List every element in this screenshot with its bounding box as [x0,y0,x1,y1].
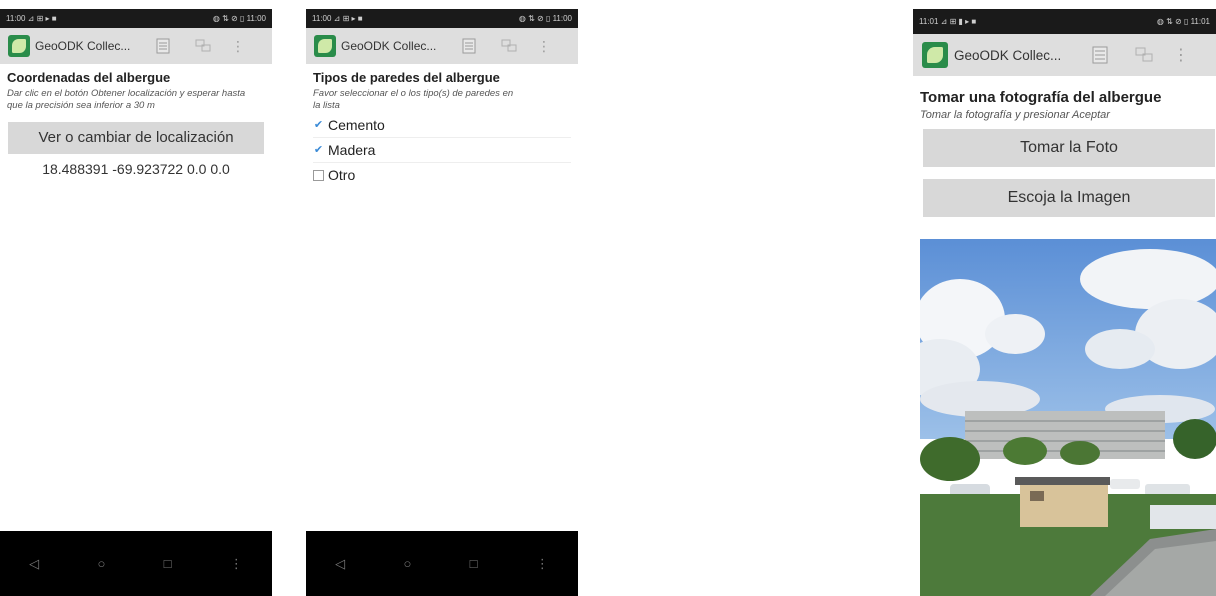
status-left: 11:01 ⊿ ⊞ ▮ ▸ ■ [919,17,977,26]
overflow-menu-icon[interactable]: ⋮ [529,32,559,60]
status-left: 11:00 ⊿ ⊞ ▸ ■ [6,14,57,23]
navigation-bar: ◁ ○ □ ⋮ [306,531,578,596]
status-right: ◍ ⇅ ⊘ ▯ 11:00 [212,14,266,23]
app-bar: GeoODK Collec... ⋮ [913,34,1216,76]
captured-photo [920,239,1216,596]
app-title: GeoODK Collec... [954,47,1062,63]
location-button[interactable]: Ver o cambiar de localización [8,122,264,154]
status-bar: 11:01 ⊿ ⊞ ▮ ▸ ■ ◍ ⇅ ⊘ ▯ 11:01 [913,9,1216,34]
more-icon[interactable]: ⋮ [230,556,243,572]
app-bar: GeoODK Collec... ⋮ [306,28,578,64]
checkbox-checked-icon[interactable]: ✔ [313,144,324,156]
home-icon[interactable]: ○ [403,556,411,571]
question-hint: Tomar la fotografía y presionar Aceptar [920,109,1110,121]
recent-apps-icon[interactable]: □ [470,556,478,571]
app-title: GeoODK Collec... [35,39,131,53]
phone-screen-photo: 11:01 ⊿ ⊞ ▮ ▸ ■ ◍ ⇅ ⊘ ▯ 11:01 GeoODK Col… [913,9,1216,596]
question-area: Tipos de paredes del albergue Favor sele… [306,70,578,187]
more-icon[interactable]: ⋮ [536,556,549,572]
app-bar: GeoODK Collec... ⋮ [0,28,272,64]
choice-label: Cemento [328,117,385,133]
app-title: GeoODK Collec... [341,39,437,53]
save-icon[interactable] [1078,40,1122,70]
status-bar: 11:00 ⊿ ⊞ ▸ ■ ◍ ⇅ ⊘ ▯ 11:00 [0,9,272,28]
question-title: Coordenadas del albergue [7,70,171,85]
app-logo-icon [922,42,948,68]
choice-list: ✔ Cemento ✔ Madera Otro [313,113,571,187]
choice-label: Otro [328,167,356,183]
choice-label: Madera [328,142,376,158]
question-area: Coordenadas del albergue Dar clic en el … [0,70,272,177]
choice-cemento[interactable]: ✔ Cemento [313,113,571,138]
app-logo-icon [314,35,336,57]
overflow-menu-icon[interactable]: ⋮ [1166,40,1196,70]
language-icon[interactable] [183,32,223,60]
status-right: ◍ ⇅ ⊘ ▯ 11:00 [518,14,572,23]
back-icon[interactable]: ◁ [29,556,39,572]
overflow-menu-icon[interactable]: ⋮ [223,32,253,60]
navigation-bar: ◁ ○ □ ⋮ [0,531,272,596]
choose-image-button[interactable]: Escoja la Imagen [923,179,1215,217]
question-area: Tomar una fotografía del albergue Tomar … [913,89,1216,217]
choice-madera[interactable]: ✔ Madera [313,138,571,163]
save-icon[interactable] [143,32,183,60]
question-title: Tomar una fotografía del albergue [920,89,1162,106]
question-title: Tipos de paredes del albergue [313,70,500,85]
home-icon[interactable]: ○ [97,556,105,571]
recent-apps-icon[interactable]: □ [164,556,172,571]
take-photo-button[interactable]: Tomar la Foto [923,129,1215,167]
language-icon[interactable] [1122,40,1166,70]
language-icon[interactable] [489,32,529,60]
status-left: 11:00 ⊿ ⊞ ▸ ■ [312,14,363,23]
checkbox-checked-icon[interactable]: ✔ [313,119,324,131]
question-hint: Dar clic en el botón Obtener localizació… [7,88,246,111]
status-bar: 11:00 ⊿ ⊞ ▸ ■ ◍ ⇅ ⊘ ▯ 11:00 [306,9,578,28]
save-icon[interactable] [449,32,489,60]
question-hint: Favor seleccionar el o los tipo(s) de pa… [313,88,514,111]
back-icon[interactable]: ◁ [335,556,345,572]
choice-otro[interactable]: Otro [313,163,571,187]
checkbox-unchecked-icon[interactable] [313,169,324,181]
phone-screen-location: 11:00 ⊿ ⊞ ▸ ■ ◍ ⇅ ⊘ ▯ 11:00 GeoODK Colle… [0,9,272,596]
location-value: 18.488391 -69.923722 0.0 0.0 [42,161,230,177]
status-right: ◍ ⇅ ⊘ ▯ 11:01 [1156,17,1210,26]
phone-screen-walls: 11:00 ⊿ ⊞ ▸ ■ ◍ ⇅ ⊘ ▯ 11:00 GeoODK Colle… [306,9,578,596]
app-logo-icon [8,35,30,57]
